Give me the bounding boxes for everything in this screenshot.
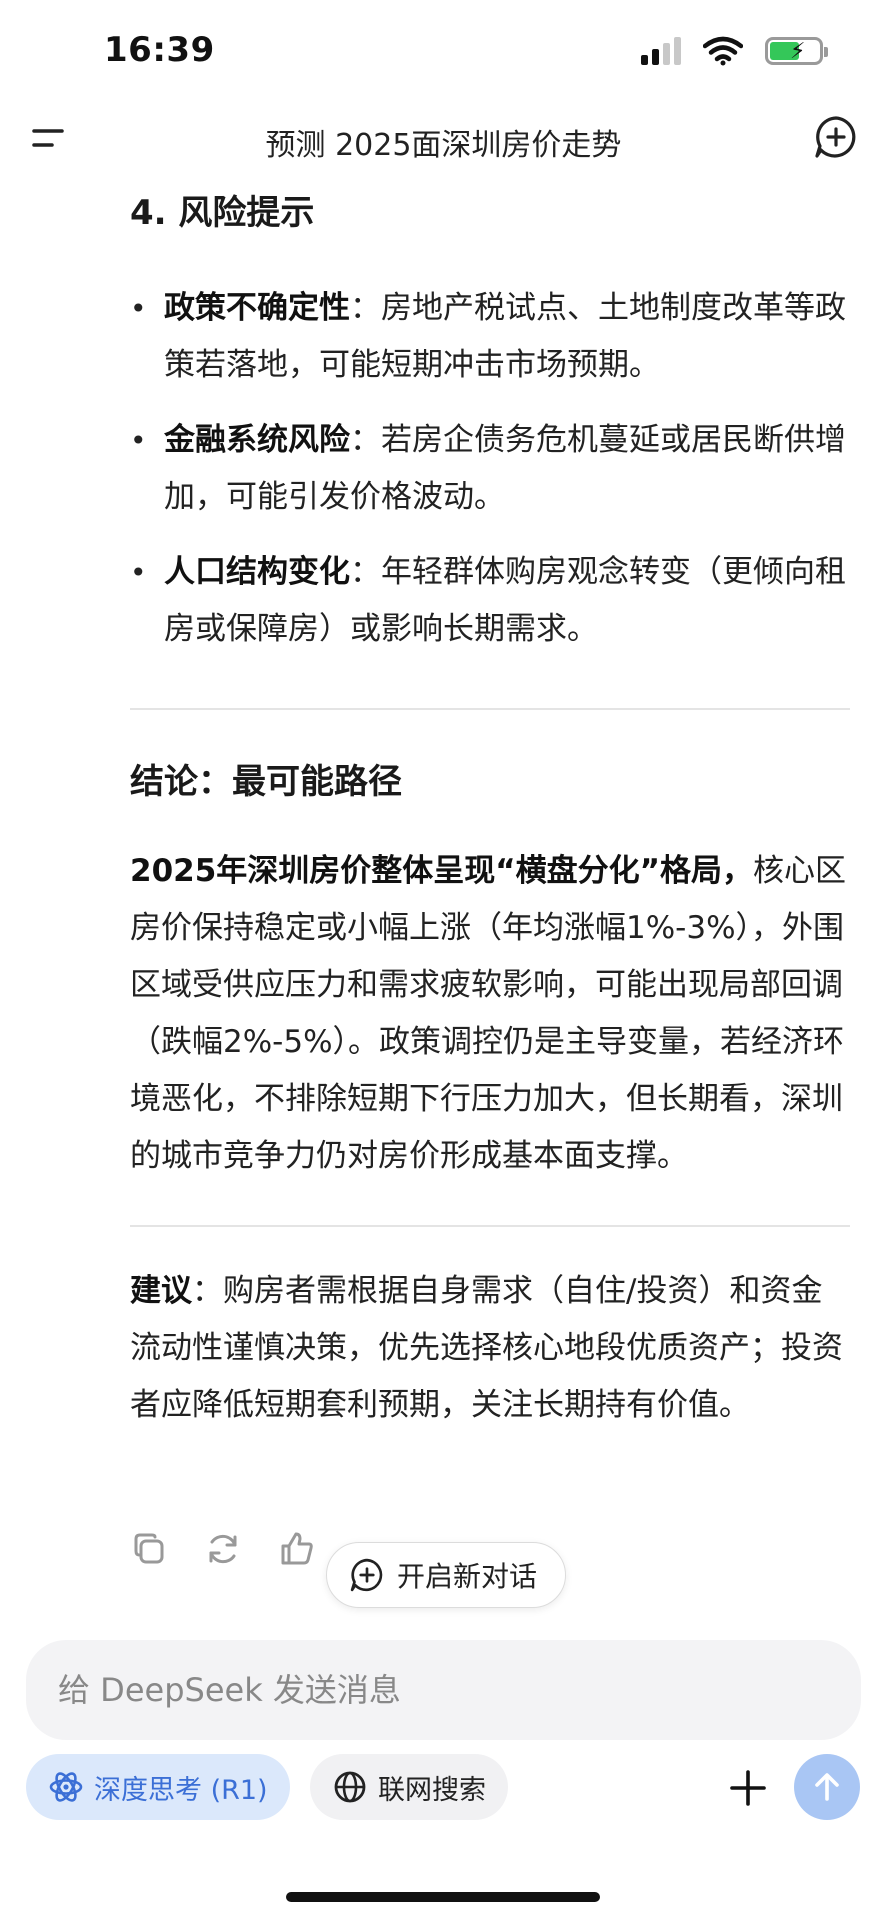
battery-icon: ⚡ <box>765 37 828 65</box>
page-title: 预测 2025面深圳房价走势 <box>265 128 622 163</box>
status-bar: 16:39 ⚡ <box>0 0 887 110</box>
arrow-up-icon <box>815 1773 839 1801</box>
send-button[interactable] <box>794 1754 860 1820</box>
risk-list: 政策不确定性：房地产税试点、土地制度改革等政策若落地，可能短期冲击市场预期。 金… <box>130 280 850 658</box>
list-item: 政策不确定性：房地产税试点、土地制度改革等政策若落地，可能短期冲击市场预期。 <box>130 280 850 394</box>
bullet-label: 人口结构变化 <box>164 554 350 590</box>
thumbs-up-icon[interactable] <box>278 1530 316 1568</box>
new-chat-button[interactable]: 开启新对话 <box>326 1542 567 1608</box>
deep-think-toggle[interactable]: 深度思考 (R1) <box>26 1754 290 1820</box>
conclusion-text: 核心区房价保持稳定或小幅上涨（年均涨幅1%-3%），外围区域受供应压力和需求疲软… <box>130 853 847 1174</box>
new-chat-icon <box>350 1558 383 1592</box>
deep-think-label: 深度思考 (R1) <box>94 1774 268 1806</box>
section-heading: 4. 风险提示 <box>130 193 315 233</box>
bullet-separator: ： <box>350 554 381 590</box>
list-item: 金融系统风险：若房企债务危机蔓延或居民断供增加，可能引发价格波动。 <box>130 412 850 526</box>
status-time: 16:39 <box>104 30 215 70</box>
nav-bar: 预测 2025面深圳房价走势 <box>0 110 887 170</box>
conclusion-paragraph: 2025年深圳房价整体呈现“横盘分化”格局，核心区房价保持稳定或小幅上涨（年均涨… <box>130 843 850 1185</box>
composer-toolbar: 深度思考 (R1) 联网搜索 <box>26 1754 861 1824</box>
bullet-label: 金融系统风险 <box>164 422 350 458</box>
regenerate-icon[interactable] <box>204 1530 242 1568</box>
atom-icon <box>49 1772 83 1802</box>
conclusion-lead: 2025年深圳房价整体呈现“横盘分化”格局， <box>130 853 754 889</box>
bullet-label: 政策不确定性 <box>164 290 350 326</box>
new-chat-label: 开启新对话 <box>397 1560 538 1593</box>
web-search-label: 联网搜索 <box>378 1774 486 1806</box>
message-actions <box>130 1530 316 1568</box>
home-indicator <box>286 1892 600 1902</box>
advice-label: 建议 <box>130 1273 192 1309</box>
new-chat-icon[interactable] <box>813 114 859 160</box>
composer <box>26 1640 861 1740</box>
message-input[interactable] <box>58 1671 829 1709</box>
cellular-signal-icon <box>641 37 681 65</box>
divider <box>130 708 850 710</box>
advice-text: 购房者需根据自身需求（自住/投资）和资金流动性谨慎决策，优先选择核心地段优质资产… <box>130 1273 843 1423</box>
conclusion-heading: 结论：最可能路径 <box>130 762 402 802</box>
wifi-icon <box>703 36 743 66</box>
plus-icon[interactable] <box>720 1760 776 1816</box>
bullet-separator: ： <box>350 422 381 458</box>
web-search-toggle[interactable]: 联网搜索 <box>310 1754 508 1820</box>
globe-icon <box>334 1771 366 1803</box>
advice-separator: ： <box>192 1273 223 1309</box>
advice-paragraph: 建议：购房者需根据自身需求（自住/投资）和资金流动性谨慎决策，优先选择核心地段优… <box>130 1263 850 1434</box>
bullet-separator: ： <box>350 290 381 326</box>
list-item: 人口结构变化：年轻群体购房观念转变（更倾向租房或保障房）或影响长期需求。 <box>130 544 850 658</box>
status-icons: ⚡ <box>641 36 828 66</box>
copy-icon[interactable] <box>130 1530 168 1568</box>
assistant-message: 4. 风险提示 政策不确定性：房地产税试点、土地制度改革等政策若落地，可能短期冲… <box>130 185 850 1434</box>
divider <box>130 1225 850 1227</box>
